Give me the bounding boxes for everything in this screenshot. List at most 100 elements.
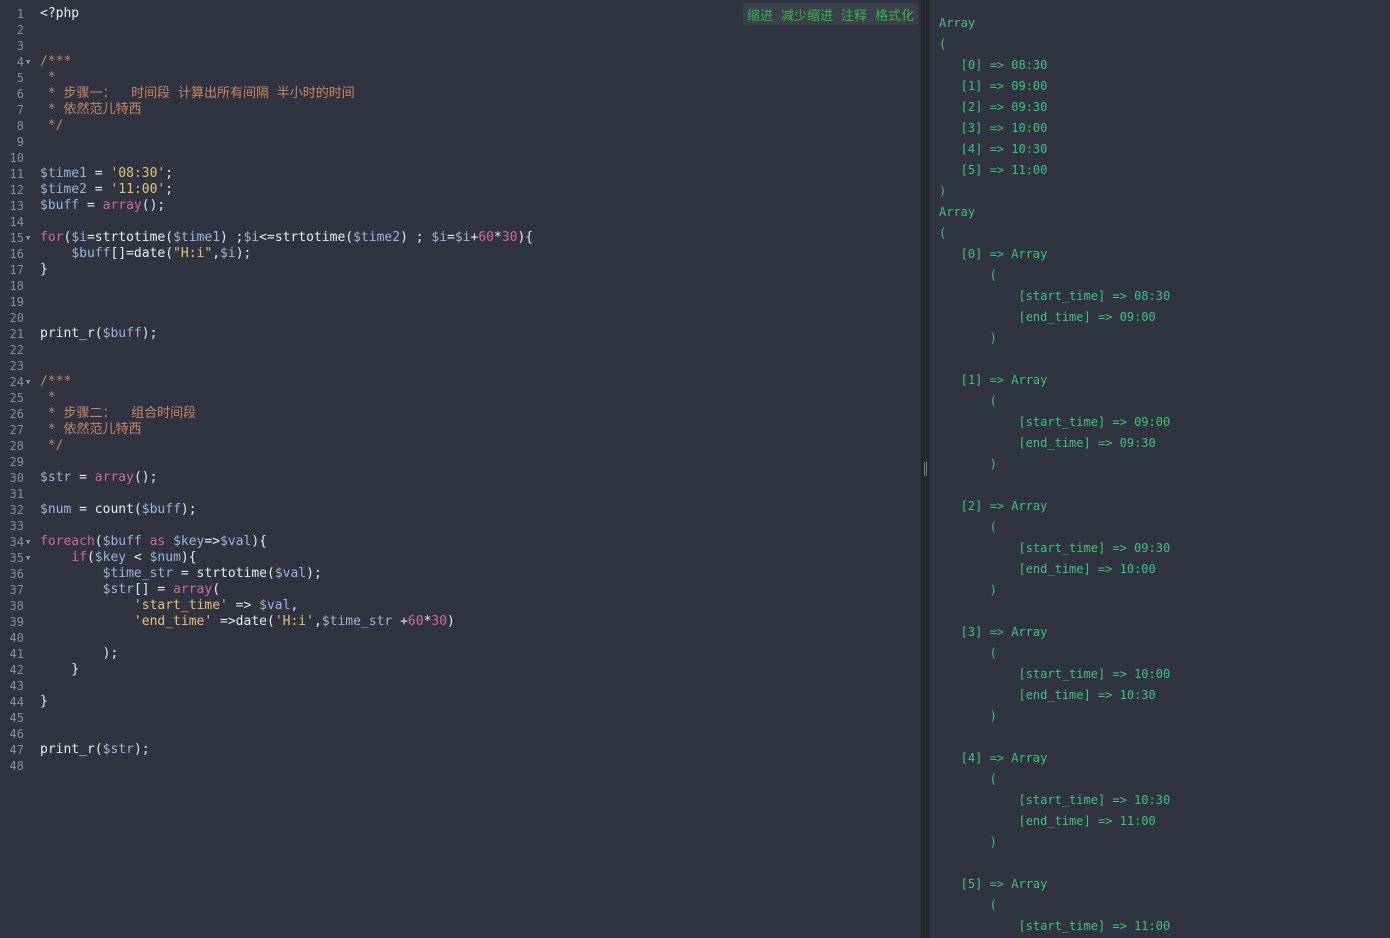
output-line: [0] => Array (939, 247, 1048, 261)
code-editor[interactable]: 1 2 3 4 ▼ 5 6 7 8 9 10 11 12 13 14 15 ▼ 16 17 18 19 20 21 22 23 2… (0, 0, 922, 938)
code-line[interactable] (40, 518, 921, 534)
code-line[interactable]: $num = count($buff); (40, 502, 921, 518)
code-token: $time2 (353, 230, 401, 245)
line-number: 17 (9, 263, 24, 277)
code-token: print_r( (40, 742, 103, 757)
code-line[interactable] (40, 310, 921, 326)
code-line[interactable] (40, 214, 921, 230)
code-line[interactable] (40, 150, 921, 166)
line-number: 31 (9, 487, 24, 501)
code-token: array (102, 198, 142, 213)
code-token: $str (102, 742, 134, 757)
code-token: ); (180, 502, 197, 517)
output-line: ( (939, 646, 997, 660)
indent-button[interactable]: 缩进 (747, 5, 773, 24)
code-token: * 依然范儿特西 (40, 422, 142, 437)
code-line[interactable] (40, 726, 921, 742)
code-line[interactable] (40, 630, 921, 646)
output-line: [end_time] => 09:00 (939, 310, 1156, 324)
code-line[interactable]: 'end_time' =>date('H:i',$time_str +60*30… (40, 614, 921, 630)
code-line[interactable]: for($i=strtotime($time1) ;$i<=strtotime(… (40, 230, 921, 246)
output-line: [2] => Array (939, 499, 1048, 513)
code-line[interactable] (40, 278, 921, 294)
output-line: ) (939, 709, 997, 723)
code-line[interactable]: $time_str = strtotime($val); (40, 566, 921, 582)
code-line[interactable]: foreach($buff as $key=>$val){ (40, 534, 921, 550)
line-number: 26 (9, 407, 24, 421)
code-line[interactable] (40, 38, 921, 54)
code-line[interactable]: } (40, 262, 921, 278)
code-line[interactable]: */ (40, 118, 921, 134)
code-line[interactable]: $str[] = array( (40, 582, 921, 598)
output-line: Array (939, 16, 976, 30)
comment-button[interactable]: 注释 (841, 5, 867, 24)
code-line[interactable]: * (40, 70, 921, 86)
fold-arrow-icon[interactable]: ▼ (26, 230, 30, 246)
outdent-button[interactable]: 减少缩进 (781, 5, 833, 24)
output-line: ( (939, 520, 997, 534)
code-line[interactable]: * 依然范儿特西 (40, 102, 921, 118)
code-token: $time1 (173, 230, 221, 245)
code-token: ); (306, 566, 322, 581)
line-number: 24 ▼ (9, 374, 31, 390)
code-content[interactable]: <?php /*** * * 步骤一： 时间段 计算出所有间隔 半小时的时间 * … (40, 6, 921, 774)
code-line[interactable]: * 依然范儿特西 (40, 422, 921, 438)
output-line: [2] => 09:30 (939, 100, 1048, 114)
code-token: $buff (71, 246, 111, 261)
code-token: = (71, 470, 95, 485)
line-number: 16 (9, 247, 24, 261)
code-line[interactable]: } (40, 694, 921, 710)
code-token: => (204, 534, 221, 549)
code-line[interactable]: */ (40, 438, 921, 454)
output-line: [5] => 11:00 (939, 163, 1048, 177)
code-line[interactable]: $time2 = '11:00'; (40, 182, 921, 198)
code-line[interactable]: $buff = array(); (40, 198, 921, 214)
code-token: ){ (180, 550, 197, 565)
code-token: $num (149, 550, 181, 565)
pane-splitter[interactable] (922, 0, 929, 938)
code-line[interactable] (40, 710, 921, 726)
code-line[interactable]: $str = array(); (40, 470, 921, 486)
output-line: [end_time] => 09:30 (939, 436, 1156, 450)
fold-arrow-icon[interactable]: ▼ (26, 374, 30, 390)
code-line[interactable]: * 步骤一： 时间段 计算出所有间隔 半小时的时间 (40, 86, 921, 102)
code-token: ){ (517, 230, 534, 245)
code-line[interactable]: $time1 = '08:30'; (40, 166, 921, 182)
code-line[interactable] (40, 358, 921, 374)
code-line[interactable]: * (40, 390, 921, 406)
code-line[interactable]: $buff[]=date("H:i",$i); (40, 246, 921, 262)
code-line[interactable] (40, 758, 921, 774)
output-line: ) (939, 457, 997, 471)
code-line[interactable]: 'start_time' => $val, (40, 598, 921, 614)
code-line[interactable] (40, 294, 921, 310)
code-token: => (227, 598, 260, 613)
code-token: ); (141, 326, 158, 341)
fold-arrow-icon[interactable]: ▼ (26, 550, 30, 566)
output-line: ) (939, 583, 997, 597)
code-line[interactable]: print_r($buff); (40, 326, 921, 342)
line-number: 42 (9, 663, 24, 677)
fold-arrow-icon[interactable]: ▼ (26, 534, 30, 550)
code-line[interactable]: print_r($str); (40, 742, 921, 758)
code-line[interactable] (40, 454, 921, 470)
format-button[interactable]: 格式化 (875, 5, 914, 24)
code-line[interactable] (40, 342, 921, 358)
code-line[interactable]: if($key < $num){ (40, 550, 921, 566)
output-line: ( (939, 268, 997, 282)
code-token: $buff (141, 502, 181, 517)
splitter-grip-icon[interactable] (924, 462, 927, 476)
code-line[interactable] (40, 486, 921, 502)
code-line[interactable]: } (40, 662, 921, 678)
output-line: [0] => 08:30 (939, 58, 1048, 72)
code-token: * 依然范儿特西 (40, 102, 142, 117)
fold-arrow-icon[interactable]: ▼ (26, 54, 30, 70)
code-line[interactable]: /*** (40, 54, 921, 70)
output-line: [start_time] => 09:00 (939, 415, 1171, 429)
code-line[interactable] (40, 678, 921, 694)
code-line[interactable] (40, 134, 921, 150)
code-line[interactable]: /*** (40, 374, 921, 390)
code-line[interactable]: ); (40, 646, 921, 662)
code-token: ) ; (220, 230, 244, 245)
code-line[interactable]: * 步骤二： 组合时间段 (40, 406, 921, 422)
